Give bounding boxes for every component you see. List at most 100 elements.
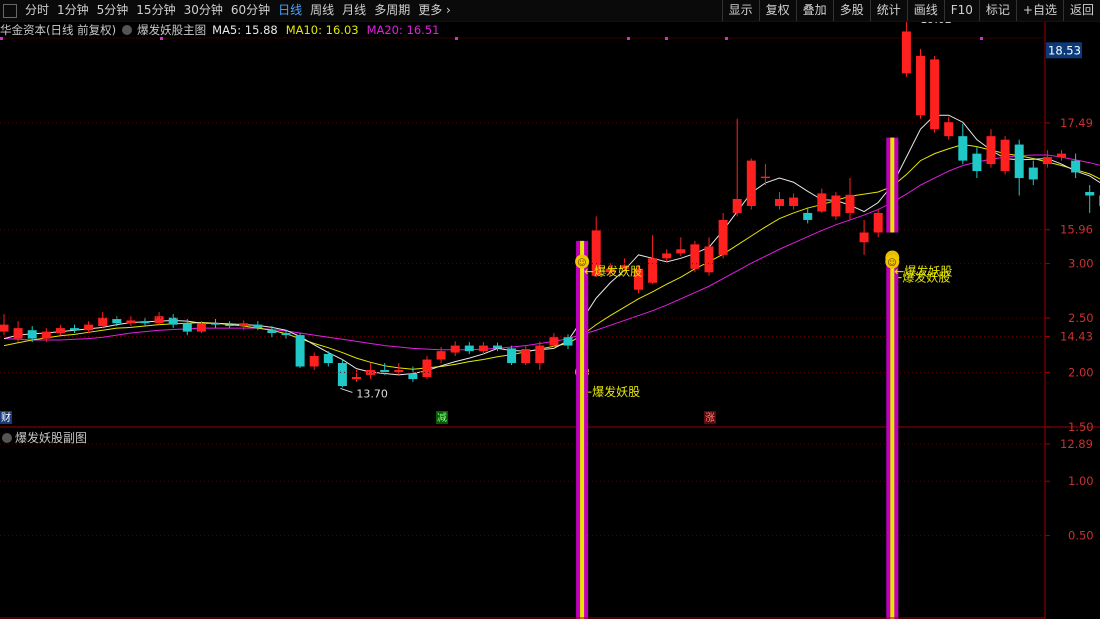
candle-up — [648, 258, 658, 283]
period-tab[interactable]: 更多 › — [414, 0, 455, 21]
candle-up — [126, 320, 136, 324]
candle-up — [901, 31, 911, 74]
candle-down — [464, 345, 474, 352]
signal-dot — [0, 37, 3, 40]
candle-up — [98, 317, 108, 327]
candle-up — [845, 194, 855, 213]
candle-down — [1014, 144, 1024, 179]
candle-up — [930, 59, 940, 130]
candle-down — [1085, 192, 1095, 196]
price-tick-label: 14.43 — [1060, 330, 1093, 344]
period-tab[interactable]: 30分钟 — [180, 0, 227, 21]
candle-up — [352, 376, 361, 380]
candle-down — [493, 345, 502, 349]
price-tick-label: 12.89 — [1060, 437, 1093, 451]
candle-up — [1000, 139, 1010, 172]
candle-up — [873, 212, 883, 233]
candle-up — [84, 324, 94, 331]
low-label: 13.70 — [356, 387, 388, 400]
period-tabs: 分时 1分钟 5分钟 15分钟 30分钟 60分钟 日线 周线 月线 多周期 更多 › — [0, 0, 455, 21]
sub-tick-label: 2.00 — [1068, 365, 1094, 379]
toolbar-button[interactable]: 返回 — [1062, 0, 1100, 21]
period-tab[interactable]: 60分钟 — [227, 0, 274, 21]
signal-dot — [160, 37, 163, 40]
toolbar-button[interactable]: 统计 — [869, 0, 907, 21]
toolbar-button[interactable]: 显示 — [721, 0, 759, 21]
high-label: 19.02 — [920, 22, 952, 26]
sub-chart-title[interactable]: 爆发妖股副图 — [15, 429, 87, 446]
toolbar-button[interactable]: 叠加 — [795, 0, 833, 21]
sub-signal-bar-inner — [580, 263, 585, 619]
candle-up — [676, 249, 686, 254]
low-arrow — [340, 387, 353, 393]
candle-down — [140, 321, 150, 324]
candle-down — [337, 363, 347, 387]
candle-up — [746, 160, 756, 206]
period-tab[interactable]: 15分钟 — [132, 0, 179, 21]
candle-down — [225, 324, 235, 327]
toolbar-button[interactable]: 标记 — [978, 0, 1016, 21]
candle-down — [563, 337, 573, 346]
period-tab[interactable]: 周线 — [306, 0, 338, 21]
candle-down — [211, 323, 220, 325]
candle-up — [1057, 153, 1066, 158]
candle-up — [521, 349, 531, 364]
price-tick-label: 15.96 — [1060, 223, 1093, 237]
candle-up — [239, 323, 249, 327]
candle-up — [831, 195, 841, 217]
candle-up — [760, 176, 770, 179]
toolbar-button[interactable]: F10 — [943, 0, 979, 21]
kline-chart[interactable]: 17.4915.9614.4312.8918.5319.0213.70$←爆发妖… — [0, 22, 1100, 619]
candle-up — [549, 337, 559, 346]
ma10-line — [3, 144, 1100, 370]
sub-tick-label: 0.50 — [1068, 529, 1094, 543]
chevron-down-icon[interactable] — [2, 432, 12, 443]
signal-dot — [725, 37, 728, 40]
period-tab[interactable]: 5分钟 — [93, 0, 133, 21]
candle-up — [154, 316, 164, 324]
period-tab[interactable]: 月线 — [338, 0, 370, 21]
signal-dot — [455, 37, 458, 40]
toolbar-button[interactable]: 多股 — [832, 0, 870, 21]
candle-down — [380, 370, 390, 373]
signal-bar-inner — [890, 137, 895, 233]
candle-up — [422, 359, 432, 377]
candle-up — [196, 323, 206, 332]
candle-down — [112, 319, 122, 324]
period-tab[interactable]: 分时 — [21, 0, 53, 21]
toolbar-button[interactable]: +自选 — [1015, 0, 1063, 21]
candle-up — [662, 253, 672, 259]
toolbar-button[interactable]: 复权 — [758, 0, 796, 21]
candle-up — [535, 345, 545, 364]
period-tab[interactable]: 多周期 — [370, 0, 414, 21]
window-icon[interactable] — [3, 3, 17, 18]
candle-up — [55, 328, 65, 334]
candle-up — [436, 351, 446, 360]
sub-tick-label: 3.00 — [1068, 257, 1094, 271]
candle-up — [916, 55, 925, 116]
candle-down — [958, 136, 968, 161]
candle-down — [295, 335, 305, 367]
candle-up — [817, 193, 827, 212]
candle-up — [690, 244, 700, 269]
candle-down — [507, 348, 517, 364]
signal-dot — [980, 37, 983, 40]
period-tab[interactable]: 1分钟 — [53, 0, 93, 21]
toolbar-button[interactable]: 画线 — [906, 0, 944, 21]
sub-signal-bar-inner — [890, 263, 895, 619]
candle-down — [803, 212, 813, 220]
candle-up — [1042, 157, 1052, 165]
candle-down — [182, 323, 192, 332]
ma5-line — [3, 114, 1100, 376]
candle-up — [0, 324, 9, 332]
candle-down — [267, 330, 277, 334]
candle-up — [718, 219, 728, 255]
price-tick-label: 17.49 — [1060, 116, 1093, 130]
candle-up — [41, 331, 51, 339]
candle-down — [1028, 167, 1038, 180]
candle-up — [859, 232, 869, 243]
period-tab[interactable]: 日线 — [274, 0, 306, 21]
candle-up — [775, 198, 784, 206]
candle-up — [704, 246, 714, 273]
candle-up — [944, 122, 954, 137]
